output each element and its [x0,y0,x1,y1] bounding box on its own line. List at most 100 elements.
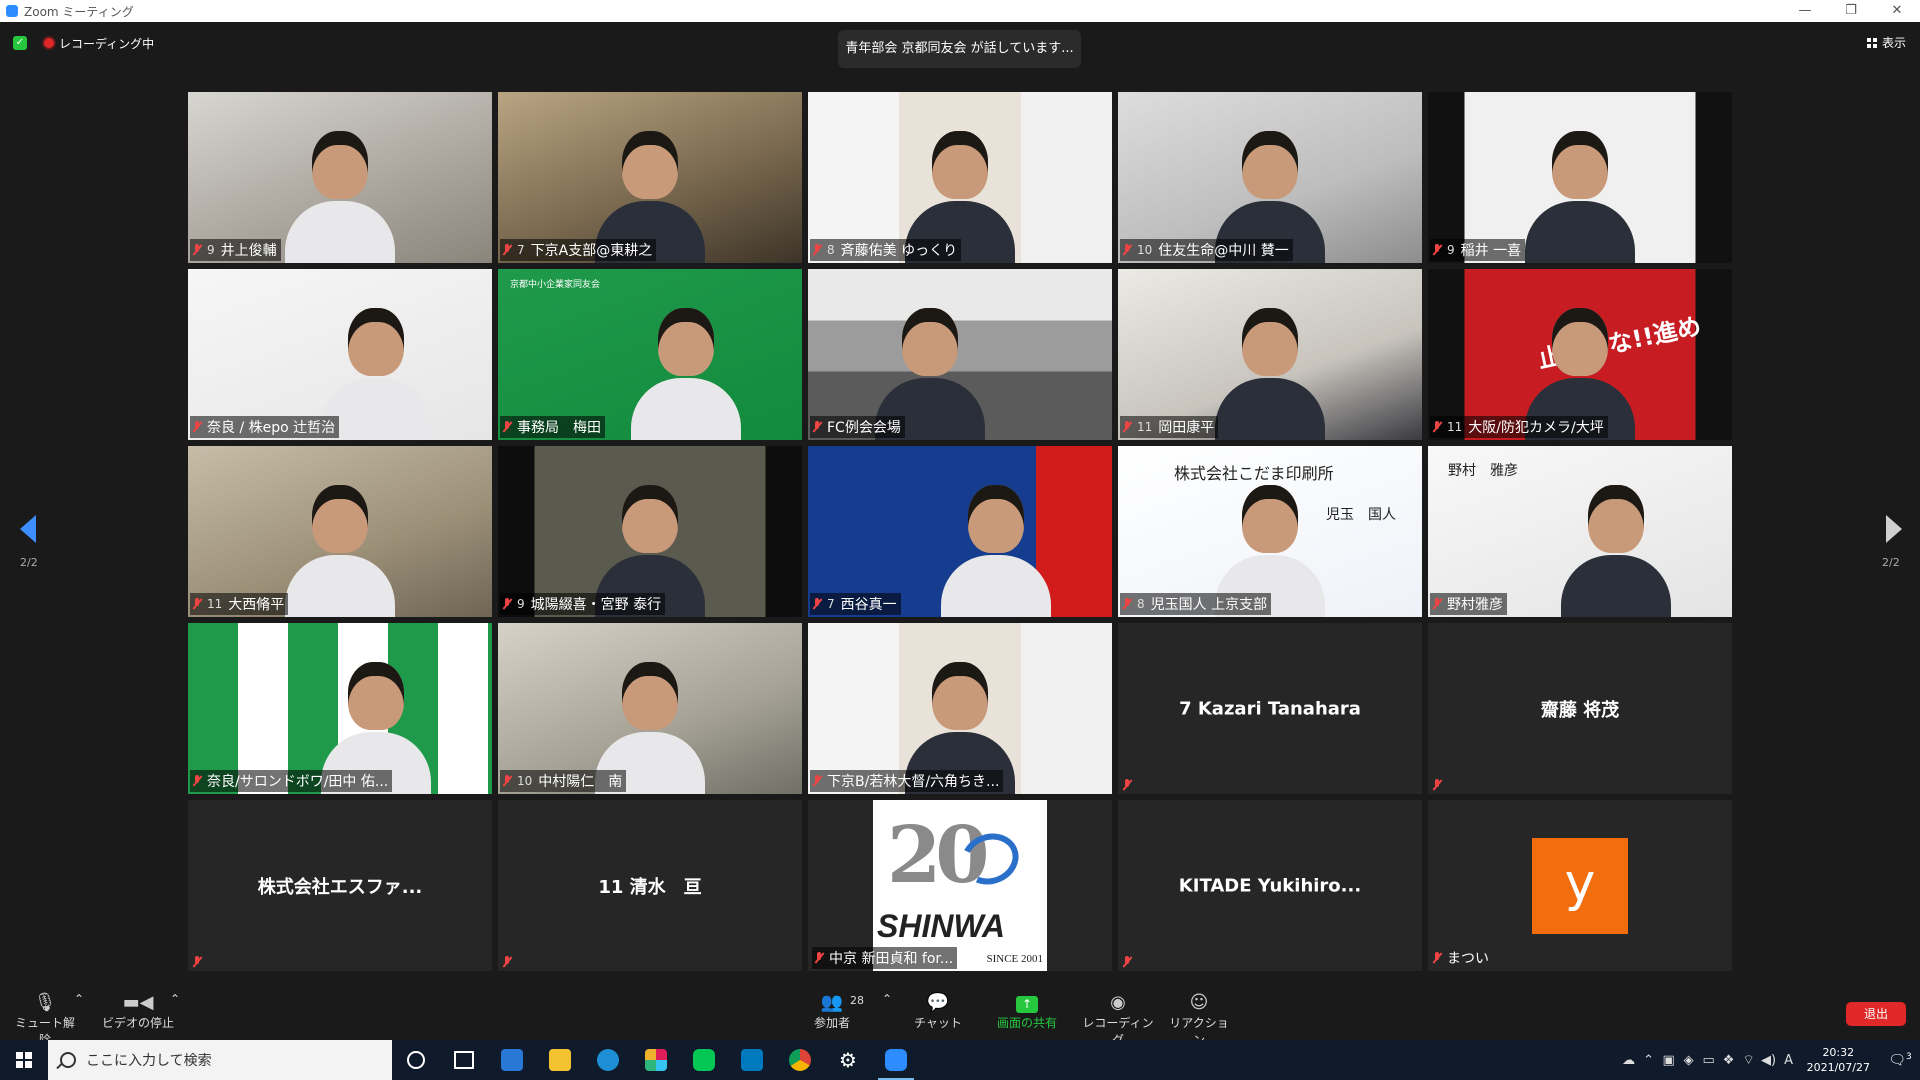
participant-tile[interactable]: 11 清水 亘 [498,800,802,971]
taskbar-search-box[interactable]: ここに入力して検索 [48,1040,392,1080]
participant-tile[interactable]: 9 城陽綴喜・宮野 泰行 [498,446,802,617]
participant-video [1525,113,1635,263]
muted-mic-icon [1432,421,1442,433]
next-page-arrow-icon[interactable] [1886,515,1902,543]
muted-mic-icon [192,421,202,433]
muted-mic-icon [1432,244,1442,256]
taskbar-app-explorer[interactable] [536,1040,584,1080]
participant-tile[interactable]: 株式会社こだま印刷所 児玉 国人 8 児玉国人 上京支部 [1118,446,1422,617]
muted-mic-icon [502,244,512,256]
taskbar-app-line[interactable] [680,1040,728,1080]
shinwa-logo-image: 20 SHINWA SINCE 2001 [873,800,1047,971]
tray-shield-icon[interactable]: ◈ [1679,1053,1699,1068]
taskbar-app-slack[interactable] [632,1040,680,1080]
participant-tile[interactable]: 奈良 / 株epo 辻哲治 [188,269,492,440]
participant-tile[interactable]: 11 大西脩平 [188,446,492,617]
participant-tile[interactable]: 奈良/サロンドボワ/田中 佑... [188,623,492,794]
view-button[interactable]: 表示 [1866,34,1906,51]
participant-tile[interactable]: KITADE Yukihiro... [1118,800,1422,971]
muted-mic-icon [1122,956,1132,968]
audio-options-caret-icon[interactable]: ⌃ [74,992,84,1006]
network-icon[interactable]: ▭ [1699,1053,1719,1068]
taskbar-app-settings[interactable]: ⚙ [824,1040,872,1080]
leave-meeting-button[interactable]: 退出 [1846,1002,1906,1026]
participant-name-tag: 奈良/サロンドボワ/田中 佑... [190,770,393,792]
task-view-button[interactable] [440,1040,488,1080]
wifi-icon[interactable]: ⌔ [1739,1052,1759,1068]
video-options-caret-icon[interactable]: ⌃ [170,992,180,1006]
page-indicator-left: 2/2 [20,556,38,569]
participant-tile[interactable]: 20 SHINWA SINCE 2001 中京 新田貞和 for... [808,800,1112,971]
participant-name-tag: 下京B/若林大督/六角ちき... [810,770,1004,792]
restore-button[interactable]: ❐ [1828,0,1874,22]
security-shield-icon[interactable]: ✓ [13,36,27,50]
participant-tile[interactable]: 京都中小企業家同友会 事務局 梅田 [498,269,802,440]
taskbar-app-bw[interactable] [488,1040,536,1080]
notification-icon: 🗨 [1888,1052,1907,1069]
muted-mic-icon [1432,779,1442,791]
participant-tile[interactable]: 下京B/若林大督/六角ちき... [808,623,1112,794]
recording-indicator[interactable]: レコーディング中 [44,36,154,51]
muted-mic-icon [1432,952,1442,964]
participant-tile[interactable]: 10 住友生命@中川 賛一 [1118,92,1422,263]
participant-tile[interactable]: 7 西谷真一 [808,446,1112,617]
folder-icon [549,1049,571,1071]
muted-mic-icon [502,421,512,433]
cortana-button[interactable] [392,1040,440,1080]
participant-video [1215,290,1325,440]
bw-app-icon [501,1049,523,1071]
recording-dot-icon [44,38,54,48]
start-button[interactable] [0,1040,48,1080]
share-screen-button[interactable]: ↑ 画面の共有 [990,992,1064,1031]
muted-mic-icon [812,775,822,787]
participant-tile[interactable]: 株式会社エスファ... [188,800,492,971]
volume-icon[interactable]: ◀) [1759,1053,1779,1068]
participant-tile[interactable]: 11 岡田康平 [1118,269,1422,440]
dropbox-icon[interactable]: ❖ [1719,1053,1739,1068]
close-button[interactable]: ✕ [1874,0,1920,22]
participant-name-tag: 9 稲井 一喜 [1430,239,1526,261]
taskbar-app-edge[interactable] [584,1040,632,1080]
participant-display-name: 11 清水 亘 [598,876,702,898]
chat-button[interactable]: 💬 チャット [912,992,964,1031]
muted-mic-icon [192,775,202,787]
notification-center-button[interactable]: 🗨3 [1880,1052,1920,1069]
participant-name-tag: 11 大西脩平 [190,593,289,615]
muted-mic-icon [192,956,202,968]
participant-name-tag [1120,778,1141,792]
participant-name-tag: 10 住友生命@中川 賛一 [1120,239,1293,261]
view-label: 表示 [1881,36,1906,50]
participant-display-name: KITADE Yukihiro... [1178,875,1362,896]
participant-name-tag [1430,778,1451,792]
share-screen-icon: ↑ [1016,996,1038,1013]
system-clock[interactable]: 20:32 2021/07/27 [1807,1045,1870,1075]
participants-options-caret-icon[interactable]: ⌃ [882,992,892,1006]
participant-tile[interactable]: FC例会会場 [808,269,1112,440]
participant-tile[interactable]: 野村 雅彦 野村雅彦 [1428,446,1732,617]
video-gallery: 9 井上俊輔 7 下京A支部@東耕之 8 斉藤佑美 ゆっくり 10 住友生命@中川 賛一… [188,92,1733,971]
participant-tile[interactable]: 9 井上俊輔 [188,92,492,263]
muted-mic-icon [1122,244,1132,256]
participant-tile[interactable]: 止まるな!!進め 11 大阪/防犯カメラ/大坪 [1428,269,1732,440]
weather-icon[interactable]: ☁ [1619,1053,1639,1068]
participant-tile[interactable]: 8 斉藤佑美 ゆっくり [808,92,1112,263]
minimize-button[interactable]: — [1782,0,1828,22]
muted-mic-icon [1122,598,1132,610]
taskbar-app-trello[interactable] [728,1040,776,1080]
tray-app-icon[interactable]: ▣ [1659,1053,1679,1068]
ime-mode-indicator[interactable]: A [1779,1053,1799,1068]
participant-name-tag: 7 西谷真一 [810,593,901,615]
taskbar-app-chrome[interactable] [776,1040,824,1080]
participant-tile[interactable]: 9 稲井 一喜 [1428,92,1732,263]
window-title-bar: Zoom ミーティング — ❐ ✕ [0,0,1920,22]
taskbar-app-zoom[interactable] [872,1040,920,1080]
participant-tile[interactable]: 7 下京A支部@東耕之 [498,92,802,263]
participant-tile[interactable]: 7 Kazari Tanahara [1118,623,1422,794]
participant-tile[interactable]: 10 中村陽仁 南 [498,623,802,794]
tray-expand-caret-icon[interactable]: ⌃ [1639,1053,1659,1068]
system-tray: ☁ ⌃ ▣ ◈ ▭ ❖ ⌔ ◀) A 20:32 2021/07/27 🗨3 [1619,1040,1920,1080]
previous-page-arrow-icon[interactable] [20,515,36,543]
participant-tile[interactable]: 齋藤 将茂 [1428,623,1732,794]
participant-tile[interactable]: y まつい [1428,800,1732,971]
stop-video-button[interactable]: ▬◀ ビデオの停止 [100,992,176,1031]
